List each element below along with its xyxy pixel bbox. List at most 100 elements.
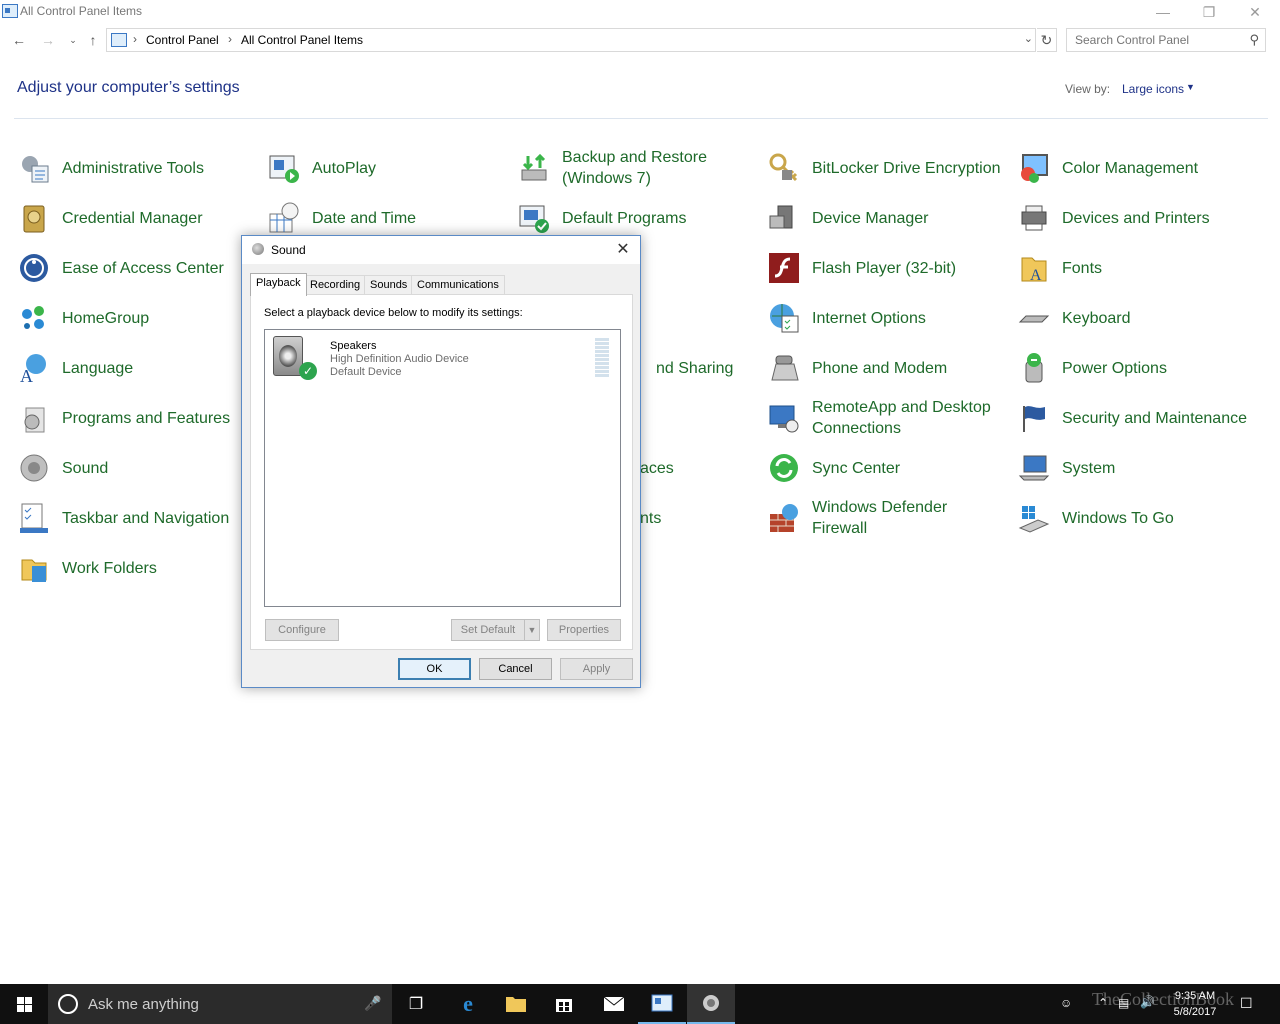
action-center-icon[interactable]: ☐ [1240, 995, 1253, 1024]
dialog-close-button[interactable]: ✕ [612, 239, 634, 259]
cortana-search-box[interactable]: Ask me anything 🎤 [48, 984, 392, 1024]
search-icon[interactable]: ⚲ [1249, 32, 1259, 48]
language-icon: A [20, 354, 46, 384]
cortana-placeholder: Ask me anything [88, 996, 199, 1013]
control-panel-taskbar-icon[interactable] [638, 984, 686, 1024]
item-windows-to-go[interactable]: Windows To Go [1018, 496, 1258, 540]
item-taskbar-navigation[interactable]: Taskbar and Navigation [18, 496, 258, 540]
breadcrumb-all-items[interactable]: All Control Panel Items [241, 33, 363, 47]
set-default-button[interactable]: Set Default [451, 619, 525, 641]
tab-communications[interactable]: Communications [411, 275, 505, 295]
item-remoteapp[interactable]: RemoteApp and Desktop Connections [768, 396, 1008, 440]
item-date-time[interactable]: Date and Time [268, 196, 508, 240]
chevron-down-icon[interactable]: ▼ [1186, 82, 1195, 92]
mail-icon[interactable] [590, 984, 638, 1024]
item-language[interactable]: A Language [18, 346, 258, 390]
item-internet-options[interactable]: Internet Options [768, 296, 1008, 340]
minimize-button[interactable]: — [1140, 0, 1186, 24]
file-explorer-icon[interactable] [492, 984, 540, 1024]
homegroup-icon [22, 306, 44, 329]
people-icon[interactable]: ☺ [1060, 996, 1072, 1024]
item-homegroup[interactable]: HomeGroup [18, 296, 258, 340]
view-by-dropdown[interactable]: Large icons [1122, 82, 1184, 96]
item-label: Windows Defender Firewall [812, 499, 948, 537]
item-color-management[interactable]: Color Management [1018, 146, 1258, 190]
item-programs-features[interactable]: Programs and Features [18, 396, 258, 440]
ok-button[interactable]: OK [398, 658, 471, 680]
breadcrumb-control-panel[interactable]: Control Panel [146, 33, 219, 47]
restore-button[interactable]: ❐ [1186, 0, 1232, 24]
item-work-folders[interactable]: Work Folders [18, 546, 258, 590]
item-label: System [1062, 459, 1116, 477]
refresh-button[interactable]: ↻ [1037, 28, 1057, 52]
item-ease-of-access[interactable]: Ease of Access Center [18, 246, 258, 290]
search-input[interactable] [1067, 29, 1237, 51]
device-list[interactable]: ✓ Speakers High Definition Audio Device … [264, 329, 621, 607]
edge-browser-icon[interactable]: e [444, 984, 492, 1024]
item-autoplay[interactable]: AutoPlay [268, 146, 508, 190]
show-hidden-icons-button[interactable]: ⌃ [1098, 996, 1108, 1024]
up-button[interactable]: ↑ [82, 30, 104, 50]
item-flash-player[interactable]: Flash Player (32-bit) [768, 246, 1008, 290]
item-bitlocker[interactable]: BitLocker Drive Encryption [768, 146, 1008, 190]
forward-button[interactable]: → [37, 30, 59, 50]
item-label: aces [640, 459, 674, 477]
configure-button[interactable]: Configure [265, 619, 339, 641]
address-bar[interactable]: › Control Panel › All Control Panel Item… [106, 28, 1036, 52]
item-label: nts [640, 509, 662, 527]
item-keyboard[interactable]: Keyboard [1018, 296, 1258, 340]
item-label: Sound [62, 459, 109, 477]
sound-taskbar-icon[interactable] [687, 984, 735, 1024]
windows-to-go-icon [1018, 506, 1050, 533]
store-icon[interactable] [540, 984, 588, 1024]
backup-icon [521, 153, 547, 181]
programs-features-icon [24, 407, 45, 433]
bitlocker-icon [769, 153, 798, 182]
chevron-down-icon[interactable]: ⌄ [1024, 32, 1033, 45]
item-credential-manager[interactable]: Credential Manager [18, 196, 258, 240]
item-phone-modem[interactable]: Phone and Modem [768, 346, 1008, 390]
properties-button[interactable]: Properties [547, 619, 621, 641]
start-button[interactable] [0, 984, 48, 1024]
cancel-button[interactable]: Cancel [479, 658, 552, 680]
device-name[interactable]: Speakers [330, 340, 376, 352]
window-title: All Control Panel Items [20, 4, 143, 18]
item-label: Flash Player (32-bit) [812, 259, 957, 277]
taskbar-clock[interactable]: 9:35 AM 5/8/2017 [1160, 988, 1230, 1020]
item-system[interactable]: System [1018, 446, 1258, 490]
network-icon[interactable]: ▤ [1118, 996, 1129, 1024]
item-administrative-tools[interactable]: Administrative Tools [18, 146, 258, 190]
work-folders-icon [21, 559, 47, 582]
item-devices-printers[interactable]: Devices and Printers [1018, 196, 1258, 240]
item-backup-restore[interactable]: Backup and Restore (Windows 7) [518, 146, 758, 190]
item-security-maintenance[interactable]: Security and Maintenance [1018, 396, 1258, 440]
tab-recording[interactable]: Recording [304, 275, 367, 295]
clock-time: 9:35 AM [1174, 990, 1216, 1002]
recent-locations-button[interactable]: ⌄ [62, 30, 84, 50]
speaker-icon [252, 243, 264, 255]
item-power-options[interactable]: Power Options [1018, 346, 1258, 390]
set-default-dropdown[interactable]: ▼ [524, 619, 540, 641]
item-firewall[interactable]: Windows Defender Firewall [768, 496, 1008, 540]
close-button[interactable]: ✕ [1232, 0, 1278, 24]
item-sync-center[interactable]: Sync Center [768, 446, 1008, 490]
tab-sounds[interactable]: Sounds [364, 275, 414, 295]
microphone-icon[interactable]: 🎤 [364, 995, 381, 1012]
item-label: nd Sharing [656, 359, 734, 377]
sound-dialog: Sound ✕ Playback Recording Sounds Commun… [241, 235, 641, 688]
dialog-titlebar[interactable]: Sound ✕ [242, 236, 640, 264]
divider [14, 118, 1268, 119]
internet-options-icon [770, 304, 799, 333]
item-default-programs[interactable]: Default Programs [518, 196, 758, 240]
tab-playback[interactable]: Playback [250, 273, 307, 296]
item-device-manager[interactable]: Device Manager [768, 196, 1008, 240]
task-view-icon[interactable]: ❐ [392, 984, 440, 1024]
volume-icon[interactable]: 🔊 [1140, 995, 1155, 1024]
search-box[interactable]: ⚲ [1066, 28, 1266, 52]
apply-button[interactable]: Apply [560, 658, 633, 680]
item-sound[interactable]: Sound [18, 446, 258, 490]
speaker-device-icon: ✓ [273, 336, 317, 380]
item-fonts[interactable]: A Fonts [1018, 246, 1258, 290]
back-button[interactable]: ← [8, 30, 30, 50]
item-label: Sync Center [812, 459, 901, 477]
